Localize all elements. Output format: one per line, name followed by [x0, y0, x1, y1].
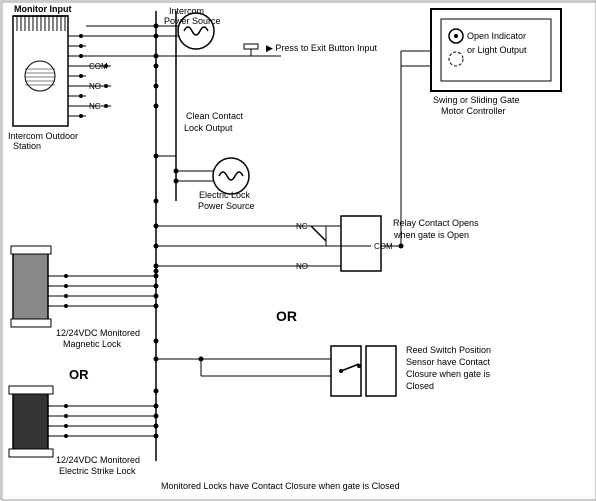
svg-text:Power Source: Power Source	[164, 16, 221, 26]
svg-text:Closure when gate is: Closure when gate is	[406, 369, 491, 379]
svg-text:Lock Output: Lock Output	[184, 123, 233, 133]
svg-text:Intercom: Intercom	[169, 6, 204, 16]
svg-text:Monitor Input: Monitor Input	[14, 4, 71, 14]
svg-text:COM: COM	[89, 62, 108, 71]
svg-text:Electric Lock: Electric Lock	[199, 190, 251, 200]
svg-text:NO: NO	[89, 82, 101, 91]
svg-text:or Light Output: or Light Output	[467, 45, 527, 55]
svg-text:Station: Station	[13, 141, 41, 151]
svg-text:Magnetic Lock: Magnetic Lock	[63, 339, 122, 349]
svg-text:when gate is Open: when gate is Open	[393, 230, 469, 240]
svg-text:Motor Controller: Motor Controller	[441, 106, 506, 116]
svg-text:Open Indicator: Open Indicator	[467, 31, 526, 41]
svg-text:NC: NC	[89, 102, 101, 111]
svg-text:12/24VDC Monitored: 12/24VDC Monitored	[56, 455, 140, 465]
svg-text:Relay Contact Opens: Relay Contact Opens	[393, 218, 479, 228]
svg-text:12/24VDC Monitored: 12/24VDC Monitored	[56, 328, 140, 338]
wiring-diagram: COM NO NC	[0, 0, 596, 500]
svg-text:Electric Strike Lock: Electric Strike Lock	[59, 466, 136, 476]
svg-text:Power Source: Power Source	[198, 201, 255, 211]
svg-text:▶ Press to Exit Button Input: ▶ Press to Exit Button Input	[266, 43, 377, 53]
svg-text:Clean Contact: Clean Contact	[186, 111, 244, 121]
svg-text:Closed: Closed	[406, 381, 434, 391]
svg-text:Monitored Locks have Contact C: Monitored Locks have Contact Closure whe…	[161, 481, 400, 491]
svg-text:Intercom Outdoor: Intercom Outdoor	[8, 131, 78, 141]
svg-text:Reed Switch Position: Reed Switch Position	[406, 345, 491, 355]
svg-text:OR: OR	[69, 367, 89, 382]
svg-text:OR: OR	[276, 308, 297, 324]
svg-text:Swing or Sliding Gate: Swing or Sliding Gate	[433, 95, 520, 105]
svg-text:Sensor have Contact: Sensor have Contact	[406, 357, 491, 367]
